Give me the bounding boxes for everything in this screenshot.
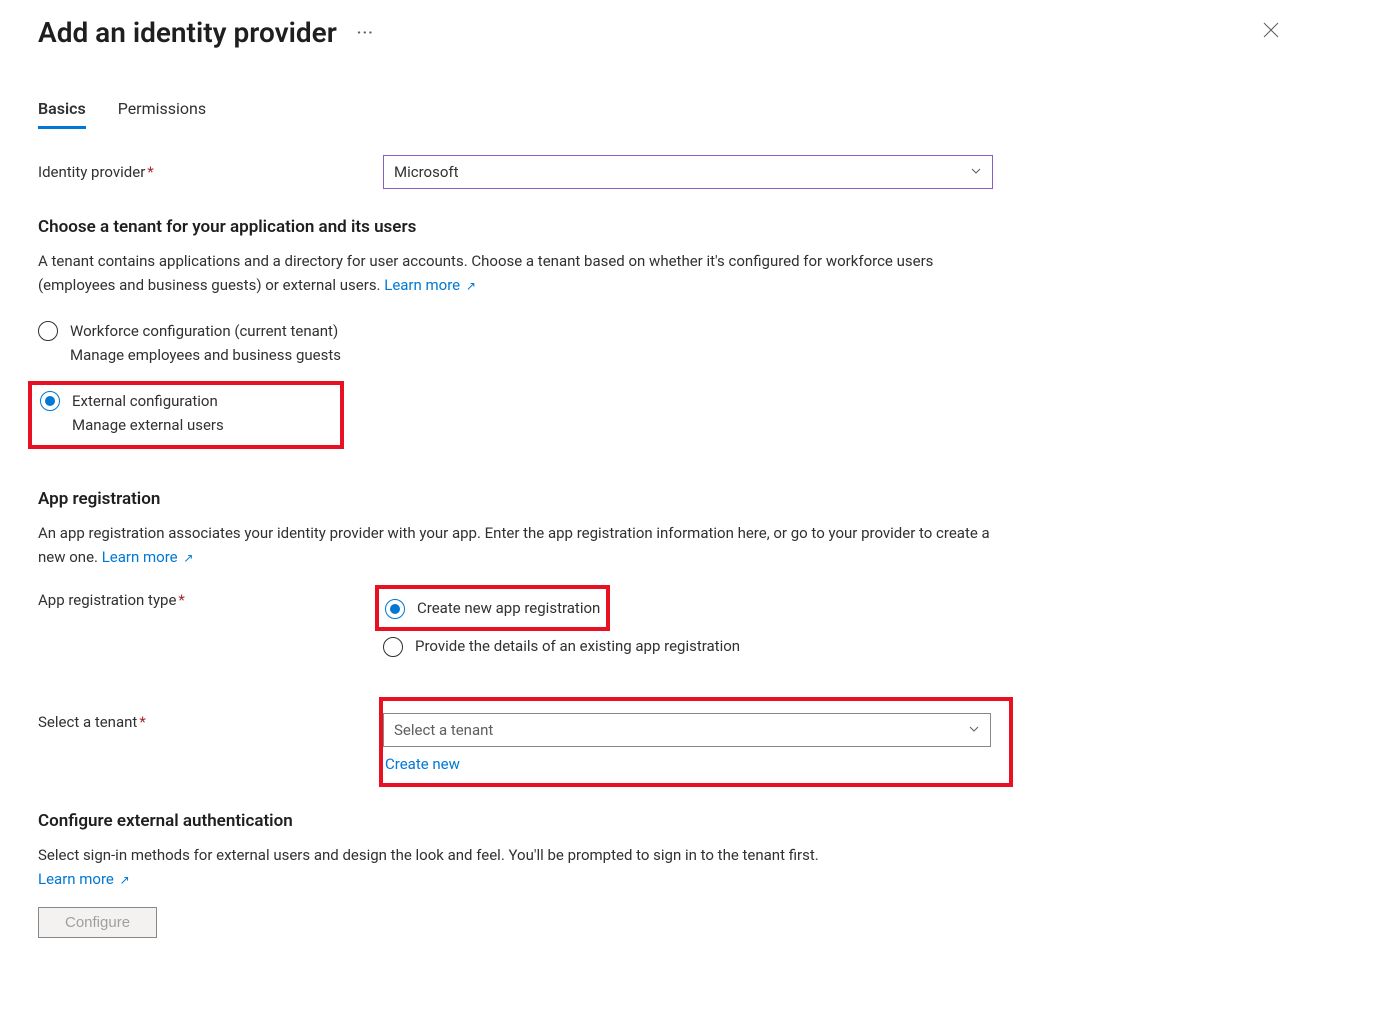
app-reg-learn-more-text: Learn more [102, 548, 178, 566]
radio-workforce[interactable]: Workforce configuration (current tenant)… [38, 313, 1345, 373]
app-reg-type-row: App registration type* Create new app re… [38, 585, 1345, 669]
tenant-controls: Select a tenant Create new [383, 713, 999, 773]
radio-workforce-text: Workforce configuration (current tenant)… [70, 319, 341, 367]
close-icon [1263, 22, 1279, 38]
external-link-icon: ↗ [183, 551, 193, 565]
radio-circle-icon [383, 637, 403, 657]
required-star: * [178, 591, 184, 609]
configure-external-section: Configure external authentication Select… [38, 811, 1345, 938]
external-link-icon: ↗ [120, 873, 130, 887]
radio-circle-checked-icon [40, 391, 60, 411]
radio-create-new-app[interactable]: Create new app registration [385, 593, 600, 623]
radio-existing-label: Provide the details of an existing app r… [415, 637, 740, 655]
more-button[interactable]: ··· [353, 23, 378, 42]
identity-provider-value: Microsoft [394, 163, 459, 181]
radio-dot-icon [390, 604, 400, 614]
app-reg-learn-more-link[interactable]: Learn more ↗ [102, 548, 194, 566]
select-tenant-dropdown[interactable]: Select a tenant [383, 713, 991, 747]
radio-external-sub: Manage external users [72, 413, 224, 437]
app-reg-title: App registration [38, 489, 1345, 509]
tenant-learn-more-text: Learn more [384, 276, 460, 294]
tab-basics[interactable]: Basics [38, 99, 86, 129]
tenant-section-desc-text: A tenant contains applications and a dir… [38, 252, 933, 294]
radio-workforce-sub: Manage employees and business guests [70, 343, 341, 367]
identity-provider-label: Identity provider* [38, 163, 383, 181]
close-button[interactable] [1257, 16, 1285, 48]
chevron-down-icon [968, 721, 980, 739]
select-tenant-label: Select a tenant* [38, 697, 383, 731]
radio-create-new-label: Create new app registration [417, 599, 600, 617]
radio-existing-app[interactable]: Provide the details of an existing app r… [383, 631, 1345, 661]
tabs: Basics Permissions [38, 99, 1345, 129]
config-ext-learn-more-link[interactable]: Learn more ↗ [38, 870, 130, 888]
tenant-learn-more-link[interactable]: Learn more ↗ [384, 276, 476, 294]
radio-circle-checked-icon [385, 599, 405, 619]
app-reg-type-label-text: App registration type [38, 591, 176, 609]
radio-dot-icon [45, 396, 55, 406]
identity-provider-label-text: Identity provider [38, 163, 145, 181]
radio-external-text: External configuration Manage external u… [72, 389, 224, 437]
config-ext-learn-more-text: Learn more [38, 870, 114, 888]
select-tenant-label-text: Select a tenant [38, 713, 137, 731]
identity-provider-dropdown[interactable]: Microsoft [383, 155, 993, 189]
radio-workforce-label: Workforce configuration (current tenant) [70, 319, 341, 343]
highlight-create-new: Create new app registration [375, 585, 610, 631]
header: Add an identity provider ··· [38, 16, 1345, 49]
tenant-radio-group: Workforce configuration (current tenant)… [38, 313, 1345, 449]
page-title-wrap: Add an identity provider ··· [38, 16, 378, 49]
required-star: * [139, 713, 145, 731]
tenant-section-desc: A tenant contains applications and a dir… [38, 249, 998, 297]
tab-permissions[interactable]: Permissions [118, 99, 206, 129]
config-ext-desc: Select sign-in methods for external user… [38, 843, 998, 891]
select-tenant-placeholder: Select a tenant [394, 721, 493, 739]
radio-external[interactable]: External configuration Manage external u… [40, 389, 332, 437]
highlight-external-config: External configuration Manage external u… [28, 381, 344, 449]
chevron-down-icon [970, 163, 982, 181]
app-reg-type-radios: Create new app registration Provide the … [383, 585, 1345, 669]
app-reg-type-label: App registration type* [38, 585, 383, 669]
config-ext-title: Configure external authentication [38, 811, 1345, 831]
identity-provider-row: Identity provider* Microsoft [38, 155, 1345, 189]
external-link-icon: ↗ [466, 279, 476, 293]
select-tenant-row: Select a tenant* Select a tenant Create … [38, 697, 1345, 787]
highlight-select-tenant: Select a tenant Create new [379, 697, 1013, 787]
radio-circle-icon [38, 321, 58, 341]
page-title: Add an identity provider [38, 16, 337, 49]
radio-external-label: External configuration [72, 389, 224, 413]
tenant-config-section: Choose a tenant for your application and… [38, 217, 1345, 449]
required-star: * [147, 163, 153, 181]
tenant-section-title: Choose a tenant for your application and… [38, 217, 1345, 237]
configure-button[interactable]: Configure [38, 907, 157, 938]
config-ext-desc-text: Select sign-in methods for external user… [38, 846, 819, 864]
app-reg-desc: An app registration associates your iden… [38, 521, 998, 569]
app-registration-section: App registration An app registration ass… [38, 489, 1345, 669]
create-new-tenant-link[interactable]: Create new [383, 755, 999, 773]
